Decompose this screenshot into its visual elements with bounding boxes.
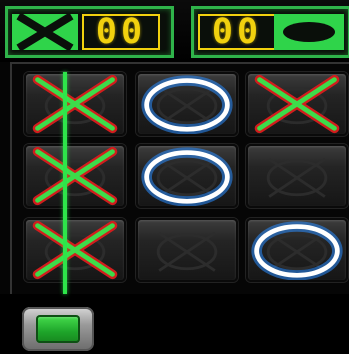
o-mark-icon [141, 147, 233, 206]
green-square-button-icon [36, 315, 80, 343]
board-cell-r3c3[interactable] [246, 218, 348, 282]
board-cell-r2c2[interactable] [136, 144, 238, 208]
x-mark-icon [12, 14, 78, 50]
x-mark-icon [254, 74, 340, 134]
x-mark-icon [32, 146, 118, 206]
board-cell-r3c2[interactable] [136, 218, 238, 282]
x-mark-icon [32, 74, 118, 134]
x-mark-icon [32, 220, 118, 280]
o-mark-icon [274, 14, 344, 50]
board-cell-r1c1[interactable] [24, 72, 126, 136]
board-cell-r2c3[interactable] [246, 144, 348, 208]
winning-line [63, 72, 67, 294]
board-cell-r1c3[interactable] [246, 72, 348, 136]
scoreboard: 00 00 [0, 0, 349, 62]
player-o-score-panel: 00 [191, 6, 349, 58]
board-cell-r2c1[interactable] [24, 144, 126, 208]
board-cell-r3c1[interactable] [24, 218, 126, 282]
board-cell-r1c2[interactable] [136, 72, 238, 136]
cell-background-icon [156, 231, 218, 272]
player-o-score: 00 [198, 14, 276, 50]
menu-button[interactable] [22, 307, 94, 351]
player-x-score-panel: 00 [5, 6, 174, 58]
cell-background-icon [266, 157, 328, 198]
o-mark-icon [141, 75, 233, 134]
player-x-score: 00 [82, 14, 160, 50]
o-mark-icon [251, 221, 343, 280]
